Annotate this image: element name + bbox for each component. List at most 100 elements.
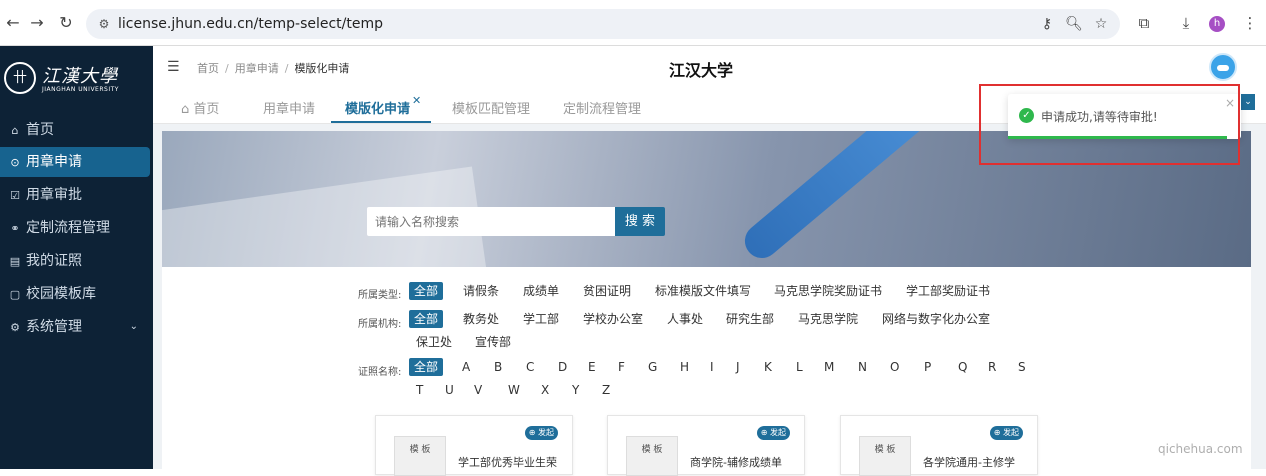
letter-chip[interactable]: J [736, 358, 740, 376]
letter-chip[interactable]: P [924, 358, 931, 376]
letter-chip[interactable]: G [648, 358, 657, 376]
home-icon: ⌂ [181, 102, 194, 117]
search-input[interactable] [367, 207, 615, 236]
org-chip[interactable]: 学校办公室 [583, 310, 643, 328]
sidebar-item-my-license[interactable]: ▤ 我的证照 [0, 246, 150, 276]
letter-chip[interactable]: S [1018, 358, 1026, 376]
search-button[interactable]: 搜 索 [615, 207, 665, 236]
type-chip[interactable]: 贫困证明 [583, 282, 631, 300]
more-menu-icon[interactable]: ⋮ [1240, 13, 1260, 33]
tab-template-apply[interactable]: 模版化申请 [345, 98, 410, 117]
tab-home[interactable]: ⌂ 首页 [181, 98, 219, 117]
letter-chip[interactable]: B [494, 358, 502, 376]
letter-chip[interactable]: L [796, 358, 803, 376]
org-filter-label: 所属机构: [358, 319, 402, 330]
letter-chip[interactable]: E [588, 358, 596, 376]
launch-button[interactable]: ⊕ 发起 [524, 426, 558, 440]
launch-button[interactable]: ⊕ 发起 [989, 426, 1023, 440]
letter-chip[interactable]: X [541, 381, 549, 399]
org-chip[interactable]: 宣传部 [475, 333, 511, 351]
seal-apply-icon: ⊙ [10, 156, 20, 169]
site-info-icon[interactable]: ⚙ [96, 16, 112, 32]
launch-button[interactable]: ⊕ 发起 [756, 426, 790, 440]
logo-en-text: JIANGHAN UNIVERSITY [42, 86, 119, 93]
letter-chip-all[interactable]: 全部 [409, 358, 444, 376]
seal-icon: 卄 [4, 62, 36, 94]
template-card[interactable]: 模 板 ⊕ 发起 学工部优秀毕业生荣 [375, 415, 573, 476]
letter-chip[interactable]: N [858, 358, 867, 376]
watermark: qichehua.com [1158, 442, 1243, 456]
letter-chip[interactable]: M [824, 358, 834, 376]
letter-chip[interactable]: W [508, 381, 520, 399]
bookmark-star-icon[interactable]: ☆ [1092, 15, 1110, 33]
letter-chip[interactable]: T [416, 381, 423, 399]
main-content: 搜 索 所属类型: 全部 请假条 成绩单 贫困证明 标准模版文件填写 马克思学院… [153, 124, 1266, 476]
sidebar-item-template-lib[interactable]: ▢ 校园模板库 [0, 279, 150, 309]
tab-flow-manage[interactable]: 定制流程管理 [563, 98, 641, 117]
chevron-down-icon[interactable]: ⌄ [1241, 94, 1255, 110]
letter-chip[interactable]: I [710, 358, 714, 376]
type-chip[interactable]: 全部 [409, 282, 444, 300]
org-chip[interactable]: 教务处 [463, 310, 499, 328]
sidebar-item-label: 系统管理 [26, 319, 82, 335]
letter-chip[interactable]: Z [602, 381, 610, 399]
sidebar-item-seal-apply[interactable]: ⊙ 用章申请 [0, 147, 150, 177]
letter-chip[interactable]: O [890, 358, 899, 376]
org-chip[interactable]: 保卫处 [416, 333, 452, 351]
extensions-icon[interactable]: ⧉ [1134, 13, 1154, 33]
sidebar-item-label: 定制流程管理 [26, 220, 110, 236]
tab-template-match[interactable]: 模板匹配管理 [452, 98, 530, 117]
type-chip[interactable]: 马克思学院奖励证书 [774, 282, 882, 300]
letter-chip[interactable]: C [526, 358, 534, 376]
sidebar-item-label: 用章申请 [26, 154, 82, 170]
download-icon[interactable]: ⤓ [1176, 13, 1196, 33]
sidebar-item-system[interactable]: ⚙ 系统管理 ⌄ [0, 312, 150, 342]
sidebar: 卄 江漢大學 JIANGHAN UNIVERSITY ⌂ 首页 ⊙ 用章申请 ☑ 用章… [0, 46, 153, 469]
menu-toggle-icon[interactable]: ☰ [167, 59, 180, 75]
letter-chip[interactable]: K [764, 358, 772, 376]
close-icon[interactable]: ✕ [412, 94, 421, 107]
forward-icon[interactable]: → [26, 12, 48, 34]
zoom-icon[interactable]: 🔍︎ [1065, 15, 1083, 33]
org-chip[interactable]: 马克思学院 [798, 310, 858, 328]
type-chip[interactable]: 请假条 [463, 282, 499, 300]
user-avatar[interactable] [1209, 53, 1237, 81]
org-chip[interactable]: 全部 [409, 310, 444, 328]
org-chip[interactable]: 研究生部 [726, 310, 774, 328]
sidebar-item-home[interactable]: ⌂ 首页 [0, 115, 150, 145]
filter-panel: 所属类型: 全部 请假条 成绩单 贫困证明 标准模版文件填写 马克思学院奖励证书… [162, 267, 1251, 476]
org-chip[interactable]: 学工部 [523, 310, 559, 328]
letter-chip[interactable]: V [474, 381, 482, 399]
address-bar[interactable]: ⚙ license.jhun.edu.cn/temp-select/temp ⚷… [86, 9, 1120, 39]
template-card[interactable]: 模 板 ⊕ 发起 各学院通用-主修学 [840, 415, 1038, 476]
key-icon[interactable]: ⚷ [1038, 15, 1056, 33]
template-card[interactable]: 模 板 ⊕ 发起 商学院-辅修成绩单 [607, 415, 805, 476]
letter-chip[interactable]: R [988, 358, 996, 376]
letter-chip[interactable]: U [445, 381, 454, 399]
url-text[interactable]: license.jhun.edu.cn/temp-select/temp [118, 16, 383, 32]
type-chip[interactable]: 标准模版文件填写 [655, 282, 751, 300]
letter-chip[interactable]: Q [958, 358, 967, 376]
breadcrumb-item[interactable]: 首页 [197, 62, 219, 75]
tab-seal-apply[interactable]: 用章申请 [263, 98, 315, 117]
org-chip[interactable]: 人事处 [667, 310, 703, 328]
letter-chip[interactable]: F [618, 358, 625, 376]
banner-pen-decoration [737, 131, 937, 265]
letter-chip[interactable]: Y [572, 381, 579, 399]
type-chip[interactable]: 学工部奖励证书 [906, 282, 990, 300]
letter-chip[interactable]: D [558, 358, 567, 376]
profile-avatar[interactable]: h [1209, 16, 1225, 32]
letter-chip[interactable]: H [680, 358, 689, 376]
sidebar-item-flow[interactable]: ⚭ 定制流程管理 [0, 213, 150, 243]
breadcrumb-item[interactable]: 用章申请 [235, 62, 279, 75]
logo-cn-text: 江漢大學 [42, 66, 118, 87]
back-icon[interactable]: ← [2, 12, 24, 34]
type-chip[interactable]: 成绩单 [523, 282, 559, 300]
sidebar-item-seal-approval[interactable]: ☑ 用章审批 [0, 180, 150, 210]
reload-icon[interactable]: ↻ [55, 12, 77, 34]
name-filter-label: 证照名称: [358, 367, 402, 378]
org-chip[interactable]: 网络与数字化办公室 [882, 310, 990, 328]
chevron-down-icon: ⌄ [129, 321, 138, 332]
template-icon: ▢ [9, 288, 21, 301]
letter-chip[interactable]: A [462, 358, 470, 376]
